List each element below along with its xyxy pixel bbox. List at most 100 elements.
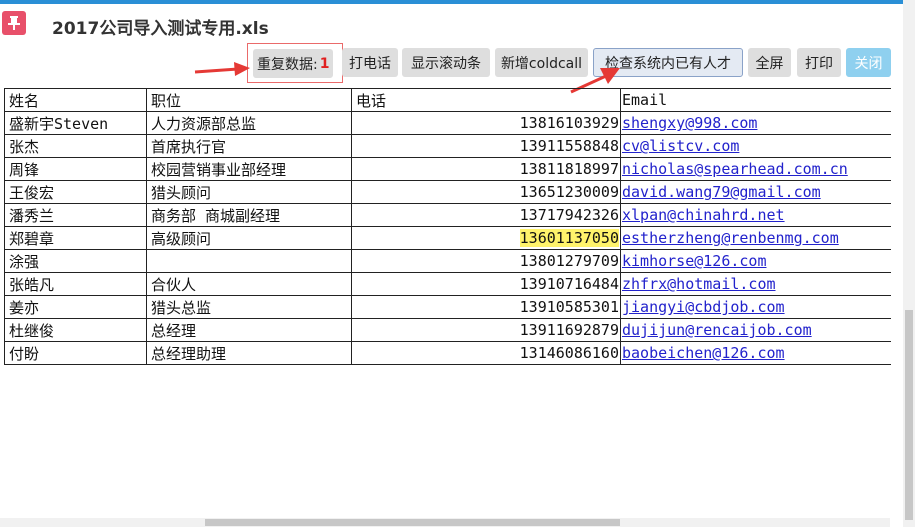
- header-position[interactable]: 职位: [146, 88, 352, 112]
- cell-name[interactable]: 王俊宏: [4, 180, 147, 204]
- cell-email-text[interactable]: zhfrx@hotmail.com: [622, 275, 776, 293]
- cell-position-text: 合伙人: [151, 275, 197, 294]
- cell-email[interactable]: nicholas@spearhead.com.cn: [620, 157, 891, 181]
- cell-phone-text: 13911692879: [519, 321, 619, 339]
- cell-email-text[interactable]: nicholas@spearhead.com.cn: [622, 160, 848, 178]
- cell-position-text: 首席执行官: [151, 137, 227, 156]
- table-row: 杜继俊 总经理 13911692879 dujijun@rencaijob.com: [4, 318, 891, 342]
- cell-email[interactable]: estherzheng@renbenmg.com: [620, 226, 891, 250]
- cell-name-text: 张杰: [9, 137, 40, 156]
- vertical-scrollbar-thumb[interactable]: [905, 310, 913, 520]
- cell-phone[interactable]: 13146086160: [351, 341, 621, 365]
- cell-email[interactable]: zhfrx@hotmail.com: [620, 272, 891, 296]
- cell-email-text[interactable]: shengxy@998.com: [622, 114, 757, 132]
- cell-email-text[interactable]: kimhorse@126.com: [622, 252, 767, 270]
- cell-email-text[interactable]: xlpan@chinahrd.net: [622, 206, 785, 224]
- cell-position-text: 总经理助理: [151, 344, 227, 363]
- duplicate-data-box: 重复数据: 1: [247, 43, 343, 83]
- duplicate-data-label: 重复数据:: [257, 56, 318, 73]
- fullscreen-button[interactable]: 全屏: [748, 48, 791, 77]
- window-top-bar: [0, 0, 915, 4]
- table-row: 王俊宏 猎头顾问 13651230009 david.wang79@gmail.com: [4, 180, 891, 204]
- table-row: 付盼 总经理助理 13146086160 baobeichen@126.com: [4, 341, 891, 365]
- cell-position[interactable]: 总经理助理: [146, 341, 352, 365]
- cell-phone[interactable]: 13801279709: [351, 249, 621, 273]
- cell-position[interactable]: 商务部 商城副经理: [146, 203, 352, 227]
- cell-email-text[interactable]: cv@listcv.com: [622, 137, 739, 155]
- cell-phone[interactable]: 13811818997: [351, 157, 621, 181]
- spreadsheet-table: 姓名 职位 电话 Email 盛新宇Steven 人力资源部总监 138161039…: [4, 88, 891, 365]
- cell-phone[interactable]: 13910585301: [351, 295, 621, 319]
- cell-phone-text: 13910716484: [519, 275, 619, 293]
- cell-name[interactable]: 潘秀兰: [4, 203, 147, 227]
- duplicate-data-button[interactable]: 重复数据: 1: [253, 49, 334, 78]
- cell-email[interactable]: jiangyi@cbdjob.com: [620, 295, 891, 319]
- cell-name[interactable]: 杜继俊: [4, 318, 147, 342]
- cell-phone-text: 13911558848: [519, 137, 619, 155]
- cell-name-text: 郑碧章: [9, 229, 55, 248]
- cell-name[interactable]: 盛新宇Steven: [4, 111, 147, 135]
- cell-position-text: 猎头顾问: [151, 183, 212, 202]
- close-button[interactable]: 关闭: [846, 48, 891, 77]
- cell-phone-text: 13816103929: [519, 114, 619, 132]
- cell-email[interactable]: david.wang79@gmail.com: [620, 180, 891, 204]
- cell-phone[interactable]: 13601137050: [351, 226, 621, 250]
- vertical-scrollbar[interactable]: [903, 0, 915, 527]
- cell-phone-text: 13601137050: [519, 229, 619, 247]
- table-row: 涂强 13801279709 kimhorse@126.com: [4, 249, 891, 273]
- cell-email[interactable]: dujijun@rencaijob.com: [620, 318, 891, 342]
- cell-name[interactable]: 张皓凡: [4, 272, 147, 296]
- table-row: 潘秀兰 商务部 商城副经理 13717942326 xlpan@chinahrd.ne…: [4, 203, 891, 227]
- cell-position-text: 猎头总监: [151, 298, 212, 317]
- cell-position[interactable]: 校园营销事业部经理: [146, 157, 352, 181]
- cell-name[interactable]: 付盼: [4, 341, 147, 365]
- cell-email[interactable]: cv@listcv.com: [620, 134, 891, 158]
- print-button[interactable]: 打印: [797, 48, 841, 77]
- show-scrollbar-button[interactable]: 显示滚动条: [402, 48, 490, 77]
- cell-position[interactable]: 合伙人: [146, 272, 352, 296]
- cell-position[interactable]: 总经理: [146, 318, 352, 342]
- cell-email-text[interactable]: estherzheng@renbenmg.com: [622, 229, 839, 247]
- cell-email[interactable]: baobeichen@126.com: [620, 341, 891, 365]
- cell-position[interactable]: 首席执行官: [146, 134, 352, 158]
- cell-position[interactable]: 人力资源部总监: [146, 111, 352, 135]
- cell-email[interactable]: xlpan@chinahrd.net: [620, 203, 891, 227]
- cell-email-text[interactable]: david.wang79@gmail.com: [622, 183, 821, 201]
- table-row: 盛新宇Steven 人力资源部总监 13816103929 shengxy@998.c…: [4, 111, 891, 135]
- cell-name-text: 付盼: [9, 344, 40, 363]
- annotation-arrow-left: [194, 62, 250, 76]
- cell-phone[interactable]: 13910716484: [351, 272, 621, 296]
- cell-position-text: 总经理: [151, 321, 197, 340]
- table-row: 周锋 校园营销事业部经理 13811818997 nicholas@spearhead…: [4, 157, 891, 181]
- pushpin-icon[interactable]: [2, 11, 26, 35]
- cell-name[interactable]: 姜亦: [4, 295, 147, 319]
- cell-phone[interactable]: 13911692879: [351, 318, 621, 342]
- table-row: 姜亦 猎头总监 13910585301 jiangyi@cbdjob.com: [4, 295, 891, 319]
- cell-phone-text: 13910585301: [519, 298, 619, 316]
- cell-email-text[interactable]: dujijun@rencaijob.com: [622, 321, 812, 339]
- cell-phone[interactable]: 13816103929: [351, 111, 621, 135]
- cell-position[interactable]: 猎头总监: [146, 295, 352, 319]
- header-phone[interactable]: 电话: [351, 88, 621, 112]
- cell-phone[interactable]: 13911558848: [351, 134, 621, 158]
- cell-phone[interactable]: 13651230009: [351, 180, 621, 204]
- cell-position[interactable]: 猎头顾问: [146, 180, 352, 204]
- cell-name[interactable]: 涂强: [4, 249, 147, 273]
- cell-name[interactable]: 郑碧章: [4, 226, 147, 250]
- cell-position[interactable]: [146, 249, 352, 273]
- cell-name-text: 涂强: [9, 252, 40, 271]
- cell-email[interactable]: shengxy@998.com: [620, 111, 891, 135]
- cell-name[interactable]: 张杰: [4, 134, 147, 158]
- cell-position-text: 人力资源部总监: [151, 114, 257, 133]
- header-email[interactable]: Email: [620, 88, 891, 112]
- cell-email[interactable]: kimhorse@126.com: [620, 249, 891, 273]
- call-button[interactable]: 打电话: [342, 48, 398, 77]
- cell-phone[interactable]: 13717942326: [351, 203, 621, 227]
- horizontal-scrollbar-thumb[interactable]: [205, 519, 620, 526]
- cell-email-text[interactable]: baobeichen@126.com: [622, 344, 785, 362]
- header-name[interactable]: 姓名: [4, 88, 147, 112]
- cell-name[interactable]: 周锋: [4, 157, 147, 181]
- horizontal-scrollbar[interactable]: [0, 518, 890, 527]
- cell-position[interactable]: 高级顾问: [146, 226, 352, 250]
- cell-email-text[interactable]: jiangyi@cbdjob.com: [622, 298, 785, 316]
